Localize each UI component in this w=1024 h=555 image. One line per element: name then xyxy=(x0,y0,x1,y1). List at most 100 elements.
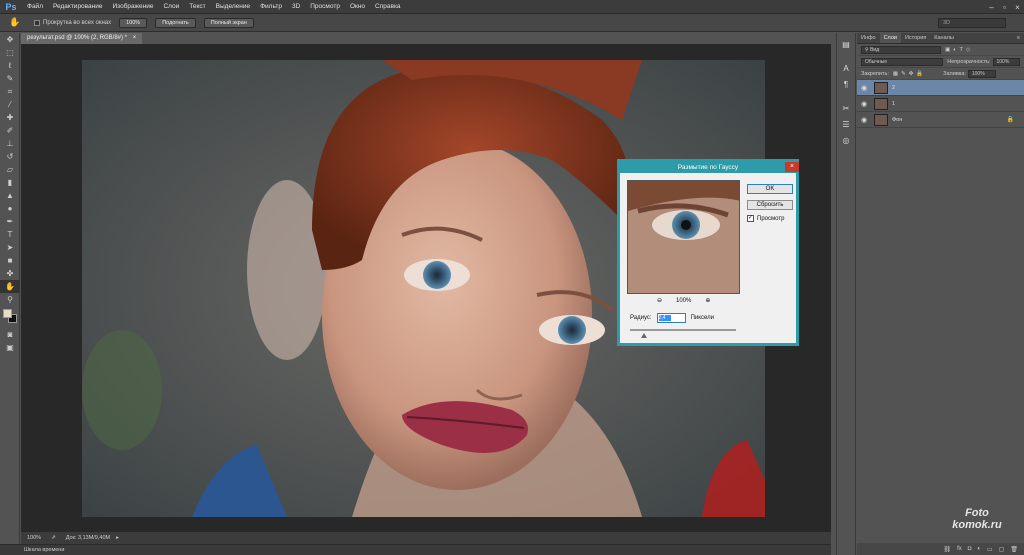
minimize-icon[interactable]: – xyxy=(985,0,998,14)
healing-tool-icon[interactable]: ✚ xyxy=(0,111,20,124)
close-icon[interactable]: × xyxy=(1011,0,1024,14)
3d-panel-icon[interactable]: ◎ xyxy=(837,133,855,147)
history-panel-icon[interactable]: ▤ xyxy=(837,37,855,51)
lock-move-icon[interactable]: ✥ xyxy=(909,71,914,77)
preview-label: Просмотр xyxy=(757,215,785,222)
lock-all-icon[interactable]: 🔒 xyxy=(916,71,923,77)
layer-row-2[interactable]: ◉ 2 xyxy=(857,80,1024,96)
panel-menu-icon[interactable]: ≡ xyxy=(1013,33,1024,43)
document-tab[interactable]: результат.psd @ 100% (2, RGB/8#) * × xyxy=(21,33,143,44)
menu-image[interactable]: Изображение xyxy=(108,0,159,14)
eye-icon[interactable]: ◉ xyxy=(857,84,871,92)
blur-tool-icon[interactable]: ▲ xyxy=(0,189,20,202)
actual-pixels-button[interactable]: 100% xyxy=(119,17,148,28)
filter-pixel-icon[interactable]: ▣ xyxy=(945,47,950,53)
scroll-all-windows-checkbox[interactable]: Прокрутка во всех окнах xyxy=(34,19,111,26)
properties-panel-icon[interactable]: ☰ xyxy=(837,117,855,131)
eye-icon[interactable]: ◉ xyxy=(857,100,871,108)
menu-3d[interactable]: 3D xyxy=(287,0,305,14)
menu-view[interactable]: Просмотр xyxy=(305,0,345,14)
hand-tool-icon[interactable]: ✋ xyxy=(0,280,20,293)
tool-presets-icon[interactable]: ✂ xyxy=(837,101,855,115)
zoom-readout[interactable]: 100% xyxy=(27,535,41,541)
tab-layers[interactable]: Слои xyxy=(879,33,901,43)
export-icon[interactable]: ⇗ xyxy=(51,535,56,541)
gradient-tool-icon[interactable]: ▮ xyxy=(0,176,20,189)
brush-tool-icon[interactable]: ✐ xyxy=(0,124,20,137)
zoom-in-icon[interactable]: ⊕ xyxy=(705,297,710,304)
dialog-titlebar[interactable]: Размытие по Гауссу × xyxy=(620,162,799,173)
history-brush-tool-icon[interactable]: ↺ xyxy=(0,150,20,163)
fill-screen-button[interactable]: Полный экран xyxy=(203,17,254,28)
tab-info[interactable]: Инфо xyxy=(857,33,880,43)
quick-mask-icon[interactable]: ◙ xyxy=(0,328,20,341)
checkbox-box[interactable] xyxy=(34,19,40,26)
lock-label: Закрепить: xyxy=(861,70,889,77)
zoom-tool-icon[interactable]: ⚲ xyxy=(0,293,20,306)
marquee-tool-icon[interactable]: ⬚ xyxy=(0,46,20,59)
color-swatches[interactable] xyxy=(0,306,19,328)
tab-channels[interactable]: Каналы xyxy=(930,33,958,43)
radius-input[interactable]: 2,4 xyxy=(656,313,686,323)
screen-mode-icon[interactable]: ▣ xyxy=(0,341,20,354)
lasso-tool-icon[interactable]: ℓ xyxy=(0,59,20,72)
reset-button[interactable]: Сбросить xyxy=(747,200,793,210)
eyedropper-tool-icon[interactable]: ⁄ xyxy=(0,98,20,111)
filter-adjust-icon[interactable]: ◐ xyxy=(953,47,956,53)
eye-icon[interactable]: ◉ xyxy=(857,116,871,124)
menu-edit[interactable]: Редактирование xyxy=(48,0,108,14)
type-tool-icon[interactable]: T xyxy=(0,228,20,241)
radius-slider[interactable] xyxy=(630,329,736,338)
ok-button[interactable]: OK xyxy=(747,184,793,194)
opacity-field[interactable]: 100% xyxy=(992,57,1020,66)
layer-filter-label: Вид xyxy=(870,46,880,53)
layer-row-background[interactable]: ◉ Фон 🔒 xyxy=(857,112,1024,128)
layer-filter-row: ⚲ Вид ▣ ◐ T ◇ xyxy=(857,44,1024,56)
menu-window[interactable]: Окно xyxy=(345,0,370,14)
eraser-tool-icon[interactable]: ▱ xyxy=(0,163,20,176)
tab-history[interactable]: История xyxy=(901,33,930,43)
blur-preview[interactable] xyxy=(627,180,740,294)
filter-type-icon[interactable]: T xyxy=(960,47,963,53)
fill-field[interactable]: 100% xyxy=(967,69,996,78)
menu-layer[interactable]: Слои xyxy=(158,0,184,14)
fit-screen-button[interactable]: Подогнать xyxy=(155,17,196,28)
3d-tool-icon[interactable]: ✤ xyxy=(0,267,20,280)
hand-icon[interactable]: ✋ xyxy=(0,14,30,32)
dodge-tool-icon[interactable]: ● xyxy=(0,202,20,215)
lock-paint-icon[interactable]: ✎ xyxy=(901,71,906,77)
close-icon[interactable]: × xyxy=(785,162,799,172)
quick-select-tool-icon[interactable]: ✎ xyxy=(0,72,20,85)
menu-filter[interactable]: Фильтр xyxy=(255,0,287,14)
menu-type[interactable]: Текст xyxy=(184,0,210,14)
character-panel-icon[interactable]: A xyxy=(837,61,855,75)
filter-shape-icon[interactable]: ◇ xyxy=(966,47,970,53)
pen-tool-icon[interactable]: ✒ xyxy=(0,215,20,228)
shape-tool-icon[interactable]: ■ xyxy=(0,254,20,267)
menu-file[interactable]: Файл xyxy=(22,0,48,14)
slider-thumb[interactable] xyxy=(640,333,647,338)
crop-tool-icon[interactable]: ⌗ xyxy=(0,85,20,98)
menu-help[interactable]: Справка xyxy=(370,0,406,14)
stamp-tool-icon[interactable]: ⊥ xyxy=(0,137,20,150)
blend-mode-select[interactable]: Обычные xyxy=(861,57,944,66)
paragraph-panel-icon[interactable]: ¶ xyxy=(837,77,855,91)
doc-size-readout: Док: 3,13M/9,40M xyxy=(65,535,111,541)
workspace-select[interactable]: 3D xyxy=(938,18,1006,28)
move-tool-icon[interactable]: ✥ xyxy=(0,33,20,46)
zoom-out-icon[interactable]: ⊖ xyxy=(657,297,662,304)
menu-select[interactable]: Выделение xyxy=(211,0,255,14)
layer-row-1[interactable]: ◉ 1 xyxy=(857,96,1024,112)
checkmark-icon[interactable]: ✓ xyxy=(747,215,754,222)
layer-filter-select[interactable]: ⚲ Вид xyxy=(861,45,941,54)
opacity-label: Непрозрачность: xyxy=(947,58,991,65)
foreground-color-swatch[interactable] xyxy=(3,309,12,318)
timeline-panel-tab[interactable]: Шкала времени xyxy=(0,544,831,555)
maximize-icon[interactable]: ▫ xyxy=(998,0,1011,14)
close-tab-icon[interactable]: × xyxy=(133,35,137,41)
status-menu-icon[interactable]: ▸ xyxy=(116,535,119,541)
preview-checkbox[interactable]: ✓ Просмотр xyxy=(747,215,784,222)
lock-pixels-icon[interactable]: ▦ xyxy=(893,71,898,77)
photoshop-logo[interactable]: Ps xyxy=(0,0,22,14)
path-select-tool-icon[interactable]: ➤ xyxy=(0,241,20,254)
